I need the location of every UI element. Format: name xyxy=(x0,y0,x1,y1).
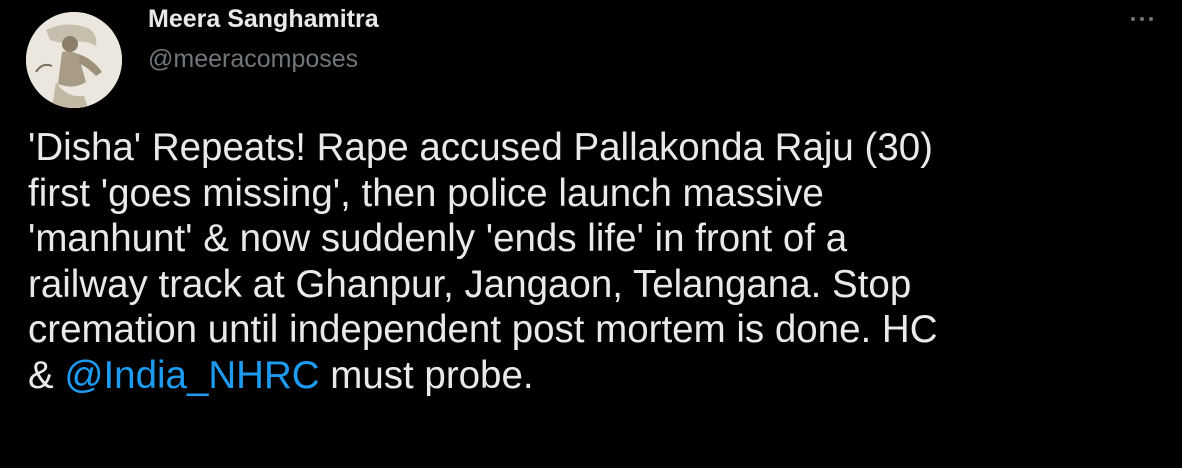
more-options-button[interactable] xyxy=(1120,8,1164,30)
avatar[interactable] xyxy=(26,12,122,108)
tweet-line: 'Disha' Repeats! Rape accused Pallakonda… xyxy=(28,126,933,169)
more-horizontal-icon xyxy=(1131,17,1135,21)
display-name[interactable]: Meera Sanghamitra xyxy=(148,5,379,33)
profile-photo-icon xyxy=(26,12,122,108)
more-horizontal-icon-dot xyxy=(1149,17,1153,21)
more-horizontal-icon-dot xyxy=(1140,17,1144,21)
tweet-line: cremation until independent post mortem … xyxy=(28,308,938,351)
tweet-text-suffix: must probe. xyxy=(319,353,534,397)
tweet-line: 'manhunt' & now suddenly 'ends life' in … xyxy=(28,217,848,260)
mention-link[interactable]: @India_NHRC xyxy=(64,354,319,397)
user-handle[interactable]: @meeracomposes xyxy=(148,45,358,73)
tweet-text: 'Disha' Repeats! Rape accused Pallakonda… xyxy=(28,125,1168,398)
tweet-line: first 'goes missing', then police launch… xyxy=(28,171,824,215)
tweet-text-prefix: & xyxy=(28,353,65,397)
tweet-line-last: & @India_NHRC must probe. xyxy=(28,353,1168,399)
tweet-line: railway track at Ghanpur, Jangaon, Telan… xyxy=(28,262,912,306)
